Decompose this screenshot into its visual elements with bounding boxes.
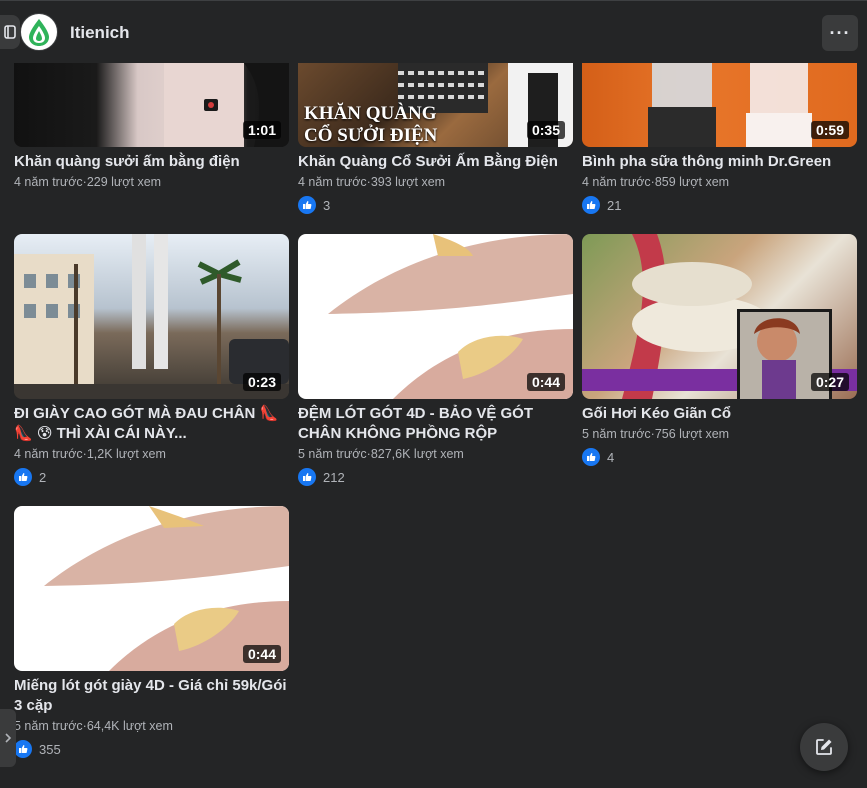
drop-logo-icon bbox=[29, 19, 49, 46]
video-meta: 4 năm trước·229 lượt xem bbox=[14, 175, 162, 189]
reaction-row[interactable]: 355 bbox=[14, 739, 289, 759]
like-icon bbox=[298, 468, 316, 486]
video-thumbnail[interactable]: KHĂN QUÀNG CỔ SƯỞI ĐIỆN 0:35 bbox=[298, 63, 573, 147]
video-duration: 0:27 bbox=[810, 373, 849, 391]
video-title[interactable]: Khăn Quàng Cổ Sưởi Ấm Bằng Điện bbox=[298, 152, 573, 172]
video-card[interactable]: 0:23 ĐI GIÀY CAO GÓT MÀ ĐAU CHÂN 👠👠 😰 TH… bbox=[14, 234, 289, 487]
video-title[interactable]: Bình pha sữa thông minh Dr.Green bbox=[582, 152, 857, 172]
reaction-row[interactable]: 212 bbox=[298, 467, 573, 487]
like-count: 212 bbox=[323, 469, 345, 485]
reaction-row[interactable]: 4 bbox=[582, 447, 857, 467]
video-card[interactable]: 1:01 Khăn quàng sưởi ấm bằng điện 4 năm … bbox=[14, 63, 289, 190]
sidebar-toggle[interactable] bbox=[0, 15, 20, 49]
video-panel: Itienich ··· 1:01 Khăn quàng sưởi ấm bằn… bbox=[0, 0, 867, 788]
reaction-row[interactable]: 3 bbox=[298, 195, 573, 215]
more-icon: ··· bbox=[829, 22, 851, 43]
reaction-row[interactable]: 2 bbox=[14, 467, 289, 487]
video-card[interactable]: 0:44 Miếng lót gót giày 4D - Giá chỉ 59k… bbox=[14, 506, 289, 759]
video-card[interactable]: 0:44 ĐỆM LÓT GÓT 4D - BẢO VỆ GÓT CHÂN KH… bbox=[298, 234, 573, 487]
like-count: 4 bbox=[607, 449, 615, 465]
video-thumbnail[interactable]: 0:23 bbox=[14, 234, 289, 399]
video-duration: 0:23 bbox=[242, 373, 281, 391]
like-icon bbox=[14, 468, 32, 486]
like-icon bbox=[298, 196, 316, 214]
thumbnail-caption: KHĂN QUÀNG CỔ SƯỞI ĐIỆN bbox=[304, 103, 438, 146]
video-meta: 5 năm trước·827,6K lượt xem bbox=[298, 447, 464, 461]
video-title[interactable]: ĐI GIÀY CAO GÓT MÀ ĐAU CHÂN 👠👠 😰 THÌ XÀI… bbox=[14, 404, 289, 444]
video-duration: 1:01 bbox=[242, 121, 281, 139]
like-count: 355 bbox=[39, 741, 61, 757]
page-header: Itienich ··· bbox=[0, 1, 867, 63]
video-title[interactable]: Gối Hơi Kéo Giãn Cổ bbox=[582, 404, 857, 424]
reaction-row[interactable]: 21 bbox=[582, 195, 857, 215]
sidebar-icon bbox=[4, 25, 16, 39]
video-thumbnail[interactable]: 0:59 bbox=[582, 63, 857, 147]
video-thumbnail[interactable]: 0:27 bbox=[582, 234, 857, 399]
video-duration: 0:35 bbox=[526, 121, 565, 139]
chevron-right-icon bbox=[5, 733, 12, 743]
video-card[interactable]: 0:59 Bình pha sữa thông minh Dr.Green 4 … bbox=[582, 63, 857, 215]
compose-icon bbox=[816, 739, 832, 755]
video-meta: 4 năm trước·393 lượt xem bbox=[298, 175, 446, 189]
page-avatar[interactable] bbox=[20, 13, 58, 51]
video-duration: 0:59 bbox=[810, 121, 849, 139]
video-duration: 0:44 bbox=[526, 373, 565, 391]
expand-sidebar-handle[interactable] bbox=[0, 709, 16, 767]
video-title[interactable]: Miếng lót gót giày 4D - Giá chỉ 59k/Gói … bbox=[14, 676, 289, 716]
video-thumbnail[interactable]: 0:44 bbox=[14, 506, 289, 671]
video-duration: 0:44 bbox=[242, 645, 281, 663]
video-thumbnail[interactable]: 0:44 bbox=[298, 234, 573, 399]
video-title[interactable]: Khăn quàng sưởi ấm bằng điện bbox=[14, 152, 289, 172]
new-message-button[interactable] bbox=[800, 723, 848, 771]
video-thumbnail[interactable]: 1:01 bbox=[14, 63, 289, 147]
video-card[interactable]: KHĂN QUÀNG CỔ SƯỞI ĐIỆN 0:35 Khăn Quàng … bbox=[298, 63, 573, 215]
page-name[interactable]: Itienich bbox=[70, 23, 130, 43]
video-meta: 5 năm trước·756 lượt xem bbox=[582, 427, 730, 441]
like-count: 3 bbox=[323, 197, 331, 213]
like-count: 2 bbox=[39, 469, 47, 485]
video-title[interactable]: ĐỆM LÓT GÓT 4D - BẢO VỆ GÓT CHÂN KHÔNG P… bbox=[298, 404, 573, 444]
more-options-button[interactable]: ··· bbox=[822, 15, 858, 51]
like-icon bbox=[582, 448, 600, 466]
video-meta: 5 năm trước·64,4K lượt xem bbox=[14, 719, 173, 733]
like-icon bbox=[14, 740, 32, 758]
like-icon bbox=[582, 196, 600, 214]
video-card[interactable]: 0:27 Gối Hơi Kéo Giãn Cổ 5 năm trước·756… bbox=[582, 234, 857, 467]
video-meta: 4 năm trước·859 lượt xem bbox=[582, 175, 730, 189]
video-meta: 4 năm trước·1,2K lượt xem bbox=[14, 447, 166, 461]
like-count: 21 bbox=[607, 197, 622, 213]
